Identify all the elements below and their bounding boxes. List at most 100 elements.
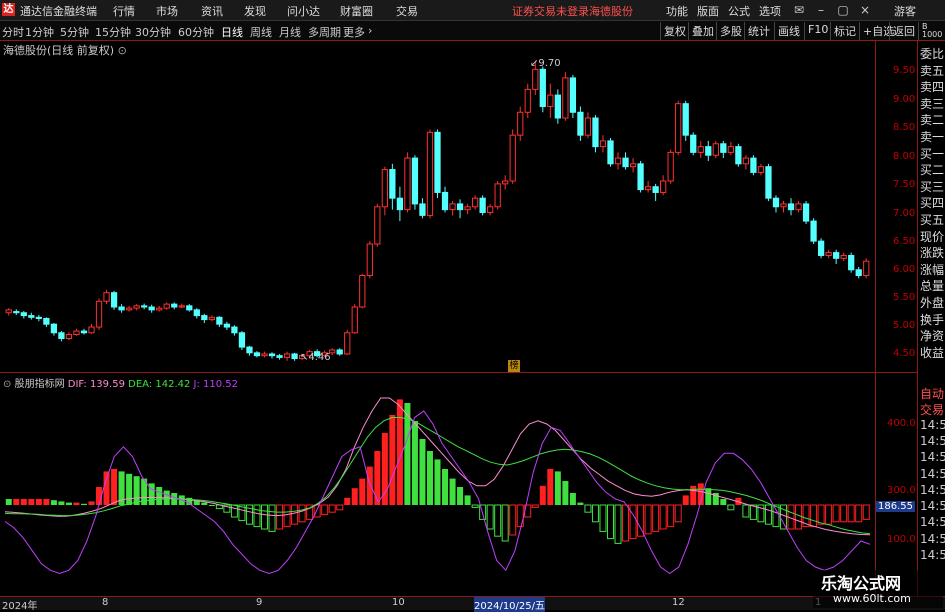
candle-body [554,94,561,119]
candle-body [569,77,577,113]
overlay-button[interactable]: 叠加 [688,22,717,40]
period-30min[interactable]: 30分钟 [135,24,171,40]
histogram-bar [727,504,735,511]
candle-body [283,353,291,358]
period-timeshare[interactable]: 分时 [2,24,24,40]
histogram-bar [667,504,675,528]
stats-button[interactable]: 统计 [744,22,773,40]
menu-formula[interactable]: 公式 [728,3,750,19]
menu-community[interactable]: 财富圈 [340,3,373,19]
candle-body [456,203,464,211]
candle-body [833,252,840,259]
price-tick: 6.50 [893,236,916,247]
side-label: 卖三 [920,96,945,111]
period-multi[interactable]: 多周期 [308,24,341,40]
candle-body [720,143,727,153]
candle-body [712,143,719,156]
restore-icon[interactable]: ▢ [834,1,852,19]
histogram-bar [291,504,299,525]
histogram-bar [509,504,517,536]
mark-button[interactable]: 标记 [830,22,859,40]
histogram-bar [260,504,269,530]
price-tick: 9.50 [893,65,916,76]
candle-body [848,254,855,271]
period-more[interactable]: 更多 [343,24,365,40]
histogram-bar [554,471,561,505]
candle-body [223,323,231,328]
candle-body [449,203,456,211]
title-bar: 达 通达信金融终端 行情 市场 资讯 发现 问小达 财富圈 交易 证券交易未登录… [0,0,945,21]
histogram-bar [28,499,35,505]
period-15min[interactable]: 15分钟 [95,24,131,40]
candle-body [291,353,298,360]
menu-layout[interactable]: 版面 [697,3,719,19]
login-notice[interactable]: 证券交易未登录 [512,3,589,19]
side-trade-label[interactable]: 交易 [920,401,945,418]
menu-market[interactable]: 市场 [156,3,178,19]
date-tick: 8 [102,597,109,608]
histogram-bar [374,451,381,505]
candle-body [614,157,622,165]
side-label: 买一 [920,146,945,161]
indicator-chart[interactable] [0,385,875,595]
menu-quotes[interactable]: 行情 [113,3,135,19]
menu-news[interactable]: 资讯 [201,3,223,19]
candle-body [193,309,200,317]
guest-label[interactable]: 游客 [894,3,916,19]
candle-body [268,353,276,357]
candle-body [795,203,802,211]
candlestick-chart[interactable] [0,55,875,370]
period-1min[interactable]: 1分钟 [25,24,54,40]
draw-button[interactable]: 画线 [774,22,803,40]
candle-body [690,134,697,153]
period-weekly[interactable]: 周线 [250,24,272,40]
back-button[interactable]: 返回 [889,22,918,40]
menu-function[interactable]: 功能 [666,3,688,19]
candle-body [208,316,215,321]
level-icon[interactable]: B 1000 [918,22,945,40]
side-trade-label[interactable]: 自动 [920,385,945,402]
histogram-bar [35,499,42,505]
histogram-bar [674,504,682,523]
histogram-bar [73,502,80,505]
candle-body [817,240,825,256]
price-tick: 8.00 [893,151,916,162]
chat-icon[interactable]: ✉ [790,1,808,19]
candle-body [261,353,268,357]
candle-body [20,312,27,317]
period-5min[interactable]: 5分钟 [60,24,89,40]
histogram-bar [336,504,344,511]
multi-stock-button[interactable]: 多股 [716,22,745,40]
candle-body [622,157,629,168]
close-icon[interactable]: × [856,1,874,19]
menu-discover[interactable]: 发现 [244,3,266,19]
candle-body [629,163,637,168]
f10-button[interactable]: F10 [804,22,831,40]
chevron-right-icon[interactable]: › [368,24,372,37]
histogram-bar [426,451,433,505]
candle-body [599,140,607,148]
candle-body [471,197,479,208]
date-cursor: 2024/10/25/五 [474,597,546,612]
candle-body [644,186,652,191]
candle-body [772,197,780,208]
candle-body [118,306,125,311]
high-label-value: 9.70 [538,58,561,69]
histogram-bar [103,471,110,505]
candle-body [426,131,434,216]
adjust-button[interactable]: 复权 [660,22,689,40]
ranking-badge[interactable]: 榜 [508,360,520,372]
candle-body [201,315,208,321]
candle-body [607,140,614,165]
period-daily[interactable]: 日线 [221,24,243,40]
menu-options[interactable]: 选项 [759,3,781,19]
side-label: 买四 [920,196,945,211]
menu-trade[interactable]: 交易 [396,3,418,19]
period-monthly[interactable]: 月线 [279,24,301,40]
histogram-bar [268,504,276,532]
histogram-bar [622,504,630,542]
menu-ask[interactable]: 问小达 [287,3,320,19]
histogram-bar [434,459,441,505]
minimize-icon[interactable]: – [812,1,830,19]
period-60min[interactable]: 60分钟 [178,24,214,40]
